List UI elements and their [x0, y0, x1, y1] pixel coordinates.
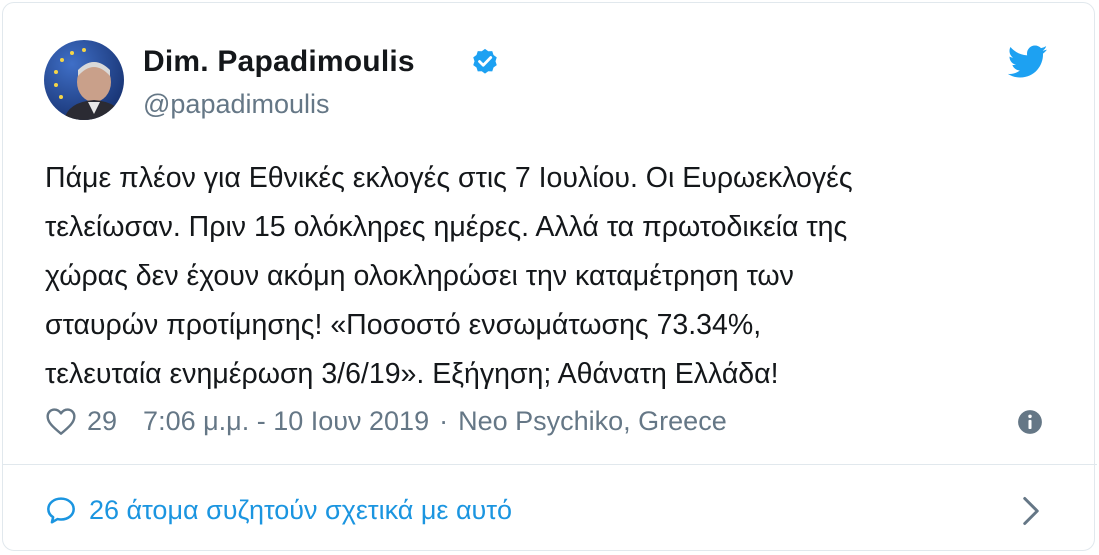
author-handle[interactable]: @papadimoulis — [143, 89, 330, 120]
meta-separator: · — [439, 405, 449, 436]
discussion-link[interactable]: 26 άτομα συζητούν σχετικά με αυτό — [45, 490, 512, 530]
tweet-location[interactable]: Neo Psychiko, Greece — [458, 406, 727, 437]
divider — [2, 464, 1097, 465]
comment-bubble-icon — [47, 497, 75, 524]
discussion-link-label: 26 άτομα συζητούν σχετικά με αυτό — [89, 494, 513, 525]
avatar[interactable] — [44, 40, 124, 120]
tweet-text: Πάμε πλέον για Εθνικές εκλογές στις 7 Ιο… — [45, 162, 853, 390]
verified-badge-icon — [473, 48, 497, 74]
twitter-bird-icon[interactable] — [1008, 44, 1048, 80]
heart-icon[interactable] — [45, 406, 77, 436]
like-count[interactable]: 29 — [87, 406, 117, 437]
author-name[interactable]: Dim. Papadimoulis — [143, 45, 415, 79]
tweet-timestamp[interactable]: 7:06 μ.μ. - 10 Ιουν 2019 — [143, 406, 429, 437]
avatar-image — [44, 40, 124, 120]
chevron-right-icon[interactable] — [1020, 496, 1042, 526]
info-icon[interactable] — [1017, 409, 1043, 435]
tweet-meta: 29 7:06 μ.μ. - 10 Ιουν 2019 · Neo Psychi… — [45, 403, 727, 439]
